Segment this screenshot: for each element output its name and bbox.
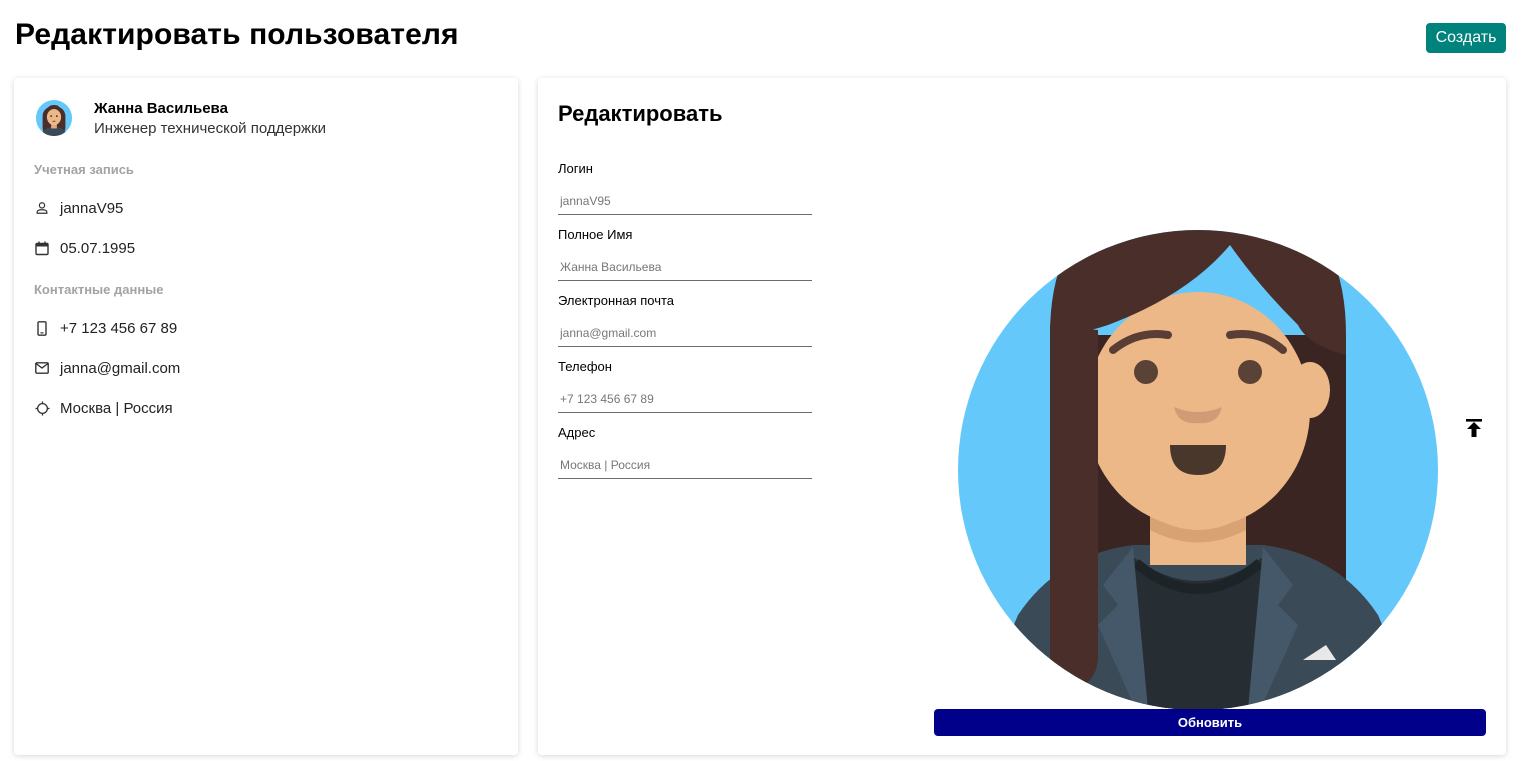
location-icon: [34, 400, 50, 416]
email-row: janna@gmail.com: [34, 357, 180, 379]
login-row: jannaV95: [34, 197, 123, 219]
create-button[interactable]: Создать: [1426, 23, 1506, 53]
person-icon: [34, 200, 50, 216]
address-input[interactable]: [558, 451, 812, 479]
phone-label: Телефон: [558, 359, 612, 374]
avatar-preview: [958, 230, 1438, 710]
phone-row: +7 123 456 67 89: [34, 317, 177, 339]
phone-value: +7 123 456 67 89: [60, 319, 178, 337]
birthdate-value: 05.07.1995: [60, 239, 136, 257]
form-title: Редактировать: [558, 101, 723, 126]
page-title: Редактировать пользователя: [15, 18, 459, 51]
edit-form-card: Редактировать Логин Полное Имя Электронн…: [538, 78, 1506, 755]
profile-role: Инженер технической поддержки: [94, 120, 327, 137]
phone-icon: [34, 320, 50, 336]
phone-input[interactable]: [558, 385, 812, 413]
fullname-input[interactable]: [558, 253, 812, 281]
contacts-section-label: Контактные данные: [34, 282, 164, 297]
upload-icon[interactable]: [1463, 418, 1485, 438]
mail-icon: [34, 360, 50, 376]
address-label: Адрес: [558, 425, 596, 440]
login-label: Логин: [558, 161, 593, 176]
birthdate-row: 05.07.1995: [34, 237, 135, 259]
email-input[interactable]: [558, 319, 812, 347]
account-section-label: Учетная запись: [34, 162, 134, 177]
update-button[interactable]: Обновить: [934, 709, 1486, 736]
profile-name: Жанна Васильева: [94, 100, 228, 117]
email-value: janna@gmail.com: [60, 359, 181, 377]
user-info-card: Жанна Васильева Инженер технической подд…: [14, 78, 518, 755]
address-value: Москва | Россия: [60, 399, 173, 417]
email-label: Электронная почта: [558, 293, 675, 308]
login-value: jannaV95: [60, 199, 124, 217]
calendar-icon: [34, 240, 50, 256]
login-input[interactable]: [558, 187, 812, 215]
address-row: Москва | Россия: [34, 397, 173, 419]
fullname-label: Полное Имя: [558, 227, 633, 242]
avatar: [35, 99, 73, 137]
